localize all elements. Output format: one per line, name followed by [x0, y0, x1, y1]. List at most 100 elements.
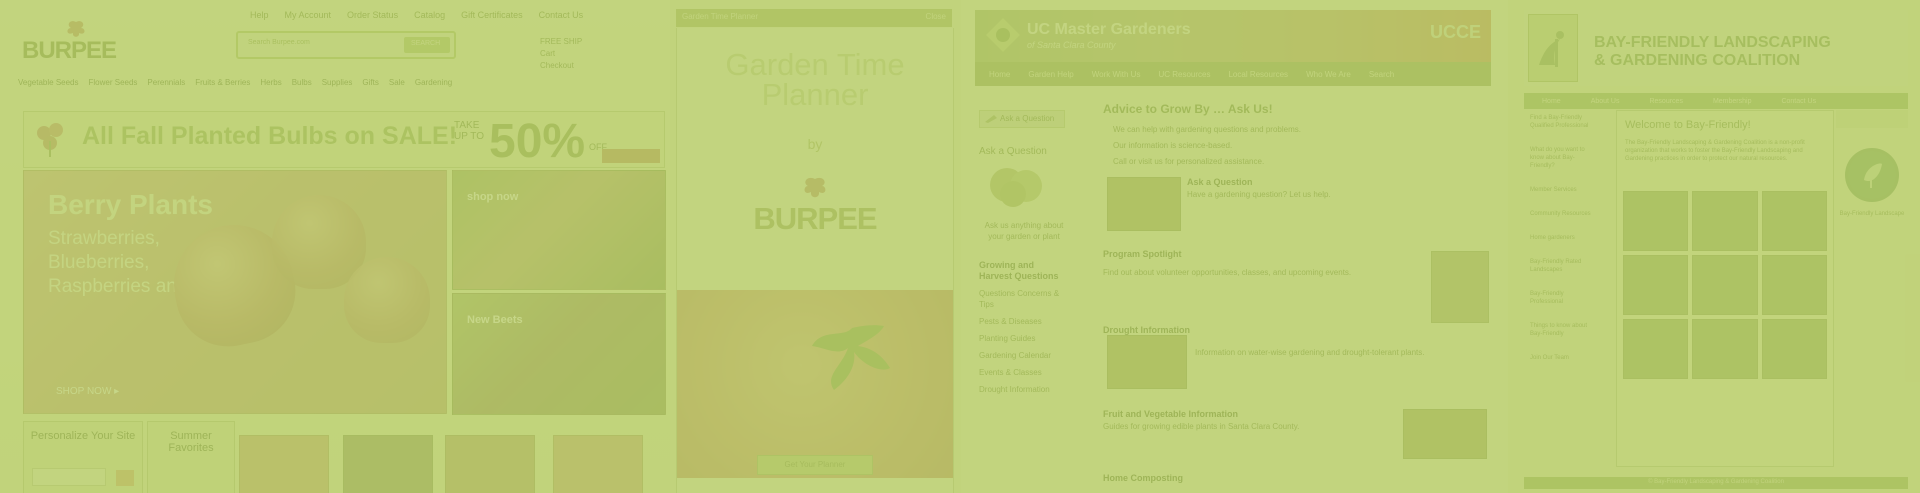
nav-item[interactable]: Vegetable Seeds	[18, 78, 79, 100]
section-title: Fruit and Vegetable Information	[1103, 409, 1239, 419]
spotlight-section: Program Spotlight Find out about volunte…	[1103, 249, 1499, 325]
photo-tile[interactable]	[1692, 191, 1758, 251]
sidebar-item[interactable]: Community Resources	[1530, 210, 1592, 218]
nav-item[interactable]: Supplies	[322, 78, 353, 100]
promo-thumb[interactable]: shop now	[452, 170, 666, 290]
free-ship-link[interactable]: FREE SHIP	[540, 36, 665, 48]
nav-who[interactable]: Who We Are	[1306, 70, 1351, 79]
top-link[interactable]: Contact Us	[539, 10, 584, 24]
hero-shop-button[interactable]: SHOP NOW ▸	[56, 386, 119, 397]
photo-tile[interactable]	[1623, 255, 1689, 315]
sidebar-item[interactable]: Bay-Friendly Professional	[1530, 290, 1592, 306]
main-content: Welcome to Bay-Friendly! The Bay-Friendl…	[1616, 110, 1834, 467]
photo-tile[interactable]	[1623, 319, 1689, 379]
nav-search[interactable]: Search	[1369, 70, 1394, 79]
bay-friendly-logo[interactable]	[1528, 14, 1578, 82]
nav-item[interactable]: Bulbs	[292, 78, 312, 100]
nav-uc-resources[interactable]: UC Resources	[1158, 70, 1210, 79]
photo-tile[interactable]	[1692, 255, 1758, 315]
section-title: Ask a Question	[1187, 177, 1253, 187]
nav-item[interactable]: Herbs	[260, 78, 281, 100]
sidebar-link[interactable]: Drought Information	[979, 384, 1069, 395]
sidebar-item[interactable]: What do you want to know about Bay-Frien…	[1530, 146, 1592, 170]
top-link[interactable]: Catalog	[414, 10, 445, 24]
sidebar-link[interactable]: Pests & Diseases	[979, 316, 1069, 327]
site-nav: Home Garden Help Work With Us UC Resourc…	[975, 62, 1491, 86]
badge-text: Bay-Friendly Landscape	[1839, 211, 1905, 217]
promo-label: shop now	[467, 191, 519, 203]
photo-tile[interactable]	[1761, 255, 1827, 315]
nav-garden-help[interactable]: Garden Help	[1028, 70, 1073, 79]
header-right-links: FREE SHIP Cart Checkout	[540, 36, 665, 72]
hero-banner[interactable]: Berry Plants Strawberries, Blueberries, …	[23, 170, 447, 414]
nav-about[interactable]: About Us	[1591, 98, 1620, 105]
nav-item[interactable]: Gardening	[415, 78, 452, 100]
photo-tile[interactable]	[1761, 191, 1827, 251]
right-box[interactable]	[1836, 110, 1908, 128]
sidebar-item[interactable]: Member Services	[1530, 186, 1592, 194]
spotlight-image	[1431, 251, 1489, 323]
zip-submit-button[interactable]	[116, 470, 134, 486]
top-link[interactable]: Gift Certificates	[461, 10, 523, 24]
planner-title: Garden Time Planner	[725, 47, 905, 112]
zip-input[interactable]	[32, 468, 106, 486]
top-link[interactable]: My Account	[285, 10, 332, 24]
sidebar-item[interactable]: Join Our Team	[1530, 354, 1592, 362]
nav-item[interactable]: Sale	[389, 78, 405, 100]
cart-link[interactable]: Cart	[540, 48, 665, 60]
photo-tile[interactable]	[1623, 191, 1689, 251]
product-tile[interactable]	[239, 435, 329, 493]
search-box[interactable]: Search Burpee.com SEARCH	[236, 31, 456, 59]
nav-home[interactable]: Home	[1542, 98, 1561, 105]
nav-item[interactable]: Fruits & Berries	[195, 78, 250, 100]
top-link[interactable]: Help	[250, 10, 269, 24]
spotlight-text: Find out about volunteer opportunities, …	[1103, 268, 1352, 277]
summer-box[interactable]: Summer Favorites	[147, 421, 235, 493]
flower-bulbs-icon	[37, 123, 63, 157]
nav-item[interactable]: Flower Seeds	[89, 78, 138, 100]
get-planner-button[interactable]: Get Your Planner	[757, 455, 873, 475]
planner-logo-text: BURPEE	[753, 201, 877, 236]
search-input[interactable]: Search Burpee.com	[248, 39, 310, 46]
bullet-item: We can help with gardening questions and…	[1113, 125, 1301, 134]
nav-home[interactable]: Home	[989, 70, 1010, 79]
checkout-link[interactable]: Checkout	[540, 60, 665, 72]
product-tile[interactable]	[445, 435, 535, 493]
site-title: BAY-FRIENDLY LANDSCAPING & GARDENING COA…	[1594, 34, 1831, 70]
top-link[interactable]: Order Status	[347, 10, 398, 24]
nav-work[interactable]: Work With Us	[1092, 70, 1141, 79]
nav-local-resources[interactable]: Local Resources	[1228, 70, 1288, 79]
sidebar-item[interactable]: Home gardeners	[1530, 234, 1592, 242]
pencil-icon	[985, 115, 997, 123]
nav-item[interactable]: Perennials	[147, 78, 185, 100]
search-button[interactable]: SEARCH	[404, 37, 450, 53]
sidebar-item[interactable]: Bay-Friendly Rated Landscapes	[1530, 258, 1592, 274]
ask-question-button[interactable]: Ask a Question	[979, 110, 1065, 128]
personalize-box[interactable]: Personalize Your Site	[23, 421, 143, 493]
close-button[interactable]: Close	[926, 12, 946, 21]
sidebar-link[interactable]: Planting Guides	[979, 333, 1069, 344]
nav-membership[interactable]: Membership	[1713, 98, 1752, 105]
sidebar-link[interactable]: Gardening Calendar	[979, 350, 1069, 361]
photo-tile[interactable]	[1761, 319, 1827, 379]
sidebar-item[interactable]: Find a Bay-Friendly Qualified Profession…	[1530, 114, 1592, 130]
nav-item[interactable]: Gifts	[362, 78, 378, 100]
product-tile[interactable]	[553, 435, 643, 493]
search-button-label: SEARCH	[411, 40, 441, 47]
sale-shop-button[interactable]	[602, 149, 660, 163]
sidebar-link[interactable]: Questions Concerns & Tips	[979, 288, 1069, 310]
sale-banner[interactable]: All Fall Planted Bulbs on SALE! TAKE UP …	[23, 111, 665, 168]
sidebar-item[interactable]: Things to know about Bay-Friendly	[1530, 322, 1592, 338]
sidebar-link[interactable]: Events & Classes	[979, 367, 1069, 378]
nav-contact[interactable]: Contact Us	[1781, 98, 1816, 105]
photo-tile[interactable]	[1692, 319, 1758, 379]
burpee-logo-text[interactable]: BURPEE	[22, 37, 117, 65]
drought-section: Drought Information Information on water…	[1103, 325, 1499, 399]
planner-topbar-title: Garden Time Planner	[682, 12, 759, 21]
right-column: Bay-Friendly Landscape	[1836, 110, 1908, 218]
product-tile[interactable]	[343, 435, 433, 493]
badge-icon[interactable]	[1845, 148, 1899, 202]
promo-thumb[interactable]: New Beets	[452, 293, 666, 415]
nav-resources[interactable]: Resources	[1649, 98, 1682, 105]
planner-topbar: Garden Time Planner Close	[676, 9, 952, 27]
